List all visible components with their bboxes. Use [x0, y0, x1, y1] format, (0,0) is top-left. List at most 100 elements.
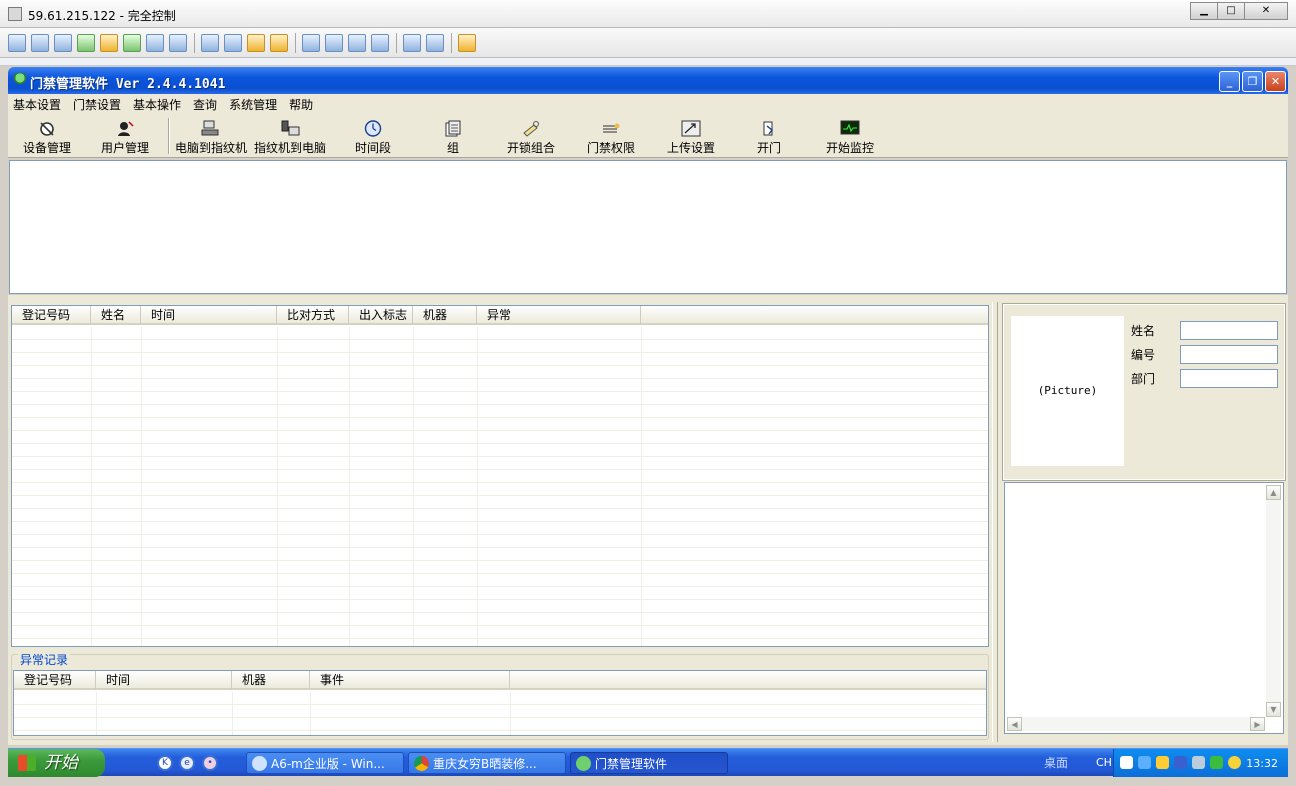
vertical-splitter[interactable] — [992, 302, 998, 742]
col-verify-mode[interactable]: 比对方式 — [277, 306, 349, 325]
clock-icon — [364, 120, 382, 137]
tray-shield-icon[interactable] — [1210, 756, 1223, 769]
task-chrome[interactable]: 重庆女穷B晒装修... — [408, 752, 566, 774]
lock-icon[interactable] — [247, 33, 265, 52]
quicklaunch-app-icon[interactable]: • — [202, 755, 218, 771]
disconnect-icon[interactable] — [458, 33, 476, 52]
message-memo[interactable]: ▲ ▼ ◀ ▶ — [1004, 482, 1284, 734]
number-label: 编号 — [1131, 348, 1156, 362]
tray-remote-icon[interactable] — [1192, 756, 1205, 769]
col-exception[interactable]: 异常 — [477, 306, 641, 325]
number-field[interactable] — [1180, 345, 1278, 364]
unlock-combo-icon — [523, 121, 539, 137]
tray-collapse-icon[interactable] — [1120, 756, 1133, 769]
upload-settings-button[interactable]: 上传设置 — [664, 118, 718, 156]
tray-qq-icon[interactable] — [1138, 756, 1151, 769]
minimize-icon[interactable]: ▁ — [1190, 2, 1218, 20]
refresh-icon[interactable] — [371, 33, 389, 52]
task-a6m[interactable]: A6-m企业版 - Win... — [246, 752, 404, 774]
menu-system-management[interactable]: 系统管理 — [229, 96, 277, 113]
menu-basic-operations[interactable]: 基本操作 — [133, 96, 181, 113]
quicklaunch-browser-icon[interactable]: K — [157, 755, 173, 771]
group-button[interactable]: 组 — [438, 118, 468, 156]
window-icon[interactable] — [348, 33, 366, 52]
monitor-icon[interactable] — [31, 33, 49, 52]
col-in-out-flag[interactable]: 出入标志 — [349, 306, 413, 325]
records-grid-rows — [12, 327, 988, 646]
exception-grid[interactable]: 登记号码 时间 机器 事件 — [13, 670, 987, 736]
col-time[interactable]: 时间 — [141, 306, 277, 325]
maximize-icon[interactable]: □ — [1217, 2, 1245, 20]
menu-basic-settings[interactable]: 基本设置 — [13, 96, 61, 113]
exc-col-registration-number[interactable]: 登记号码 — [14, 671, 96, 690]
app-close-icon[interactable]: ✕ — [1265, 71, 1286, 92]
exc-col-machine[interactable]: 机器 — [232, 671, 310, 690]
scroll-right-icon[interactable]: ▶ — [1250, 717, 1265, 731]
department-field[interactable] — [1180, 369, 1278, 388]
monitor-icon — [840, 120, 860, 135]
pc-to-fingerprint-button[interactable]: 电脑到指纹机 — [174, 118, 248, 156]
app-minimize-icon[interactable]: _ — [1219, 71, 1240, 92]
upload-icon[interactable] — [201, 33, 219, 52]
globe-icon — [13, 73, 27, 87]
person-picture: (Picture) — [1011, 316, 1124, 466]
time-period-button[interactable]: 时间段 — [352, 118, 394, 156]
quicklaunch-ie-icon[interactable]: e — [179, 755, 195, 771]
timer-icon[interactable] — [100, 33, 118, 52]
phone-icon[interactable] — [146, 33, 164, 52]
device-panel — [9, 160, 1287, 294]
tray-penguin-icon[interactable] — [1156, 756, 1169, 769]
settings-icon[interactable] — [426, 33, 444, 52]
app-title: 门禁管理软件 Ver 2.4.4.1041 — [30, 77, 226, 92]
copy-icon[interactable] — [403, 33, 421, 52]
windows-logo-icon — [18, 755, 36, 771]
menu-help[interactable]: 帮助 — [289, 96, 313, 113]
name-field[interactable] — [1180, 321, 1278, 340]
unlock-icon[interactable] — [270, 33, 288, 52]
device-management-button[interactable]: 设备管理 — [16, 118, 78, 156]
upload-icon — [681, 120, 701, 137]
menu-access-settings[interactable]: 门禁设置 — [73, 96, 121, 113]
app-titlebar: 门禁管理软件 Ver 2.4.4.1041 _ ❐ ✕ — [8, 67, 1288, 94]
exc-col-event[interactable]: 事件 — [310, 671, 510, 690]
ime-indicator[interactable]: CH — [1096, 756, 1112, 769]
tray-network-icon[interactable] — [1174, 756, 1187, 769]
start-monitor-button[interactable]: 开始监控 — [824, 118, 876, 156]
scroll-up-icon[interactable]: ▲ — [1266, 485, 1281, 500]
records-grid[interactable]: 登记号码 姓名 时间 比对方式 出入标志 机器 异常 — [11, 305, 989, 647]
open-door-button[interactable]: 开门 — [754, 118, 784, 156]
transfer-icon[interactable] — [77, 33, 95, 52]
desktop-toolbar-label[interactable]: 桌面 — [1044, 754, 1068, 771]
col-registration-number[interactable]: 登记号码 — [12, 306, 91, 325]
terminal-icon[interactable] — [54, 33, 72, 52]
unlock-combo-button[interactable]: 开锁组合 — [504, 118, 558, 156]
network-icon[interactable] — [224, 33, 242, 52]
access-permission-icon — [603, 123, 620, 133]
memo-vertical-scrollbar[interactable]: ▲ ▼ — [1266, 485, 1281, 717]
app-restore-icon[interactable]: ❐ — [1242, 71, 1263, 92]
user-management-button[interactable]: 用户管理 — [94, 118, 156, 156]
user-icon — [118, 121, 134, 136]
exc-col-time[interactable]: 时间 — [96, 671, 232, 690]
memo-horizontal-scrollbar[interactable]: ◀ ▶ — [1007, 717, 1265, 731]
screen-icon[interactable] — [8, 33, 26, 52]
chat-icon[interactable] — [123, 33, 141, 52]
menu-query[interactable]: 查询 — [193, 96, 217, 113]
close-icon[interactable]: ✕ — [1244, 2, 1288, 20]
department-label: 部门 — [1131, 372, 1156, 386]
globe-icon — [576, 756, 591, 771]
access-permission-button[interactable]: 门禁权限 — [584, 118, 638, 156]
tray-plus-icon[interactable] — [1228, 756, 1241, 769]
scroll-left-icon[interactable]: ◀ — [1007, 717, 1022, 731]
task-access-control[interactable]: 门禁管理软件 — [570, 752, 728, 774]
fit-window-icon[interactable] — [302, 33, 320, 52]
remote-toolbar — [0, 28, 1296, 58]
fingerprint-to-pc-button[interactable]: 指纹机到电脑 — [253, 118, 327, 156]
message-icon[interactable] — [169, 33, 187, 52]
ie-icon — [252, 756, 267, 771]
scroll-down-icon[interactable]: ▼ — [1266, 702, 1281, 717]
start-button[interactable]: 开始 — [8, 749, 105, 777]
col-name[interactable]: 姓名 — [91, 306, 141, 325]
fullscreen-icon[interactable] — [325, 33, 343, 52]
col-machine[interactable]: 机器 — [413, 306, 477, 325]
